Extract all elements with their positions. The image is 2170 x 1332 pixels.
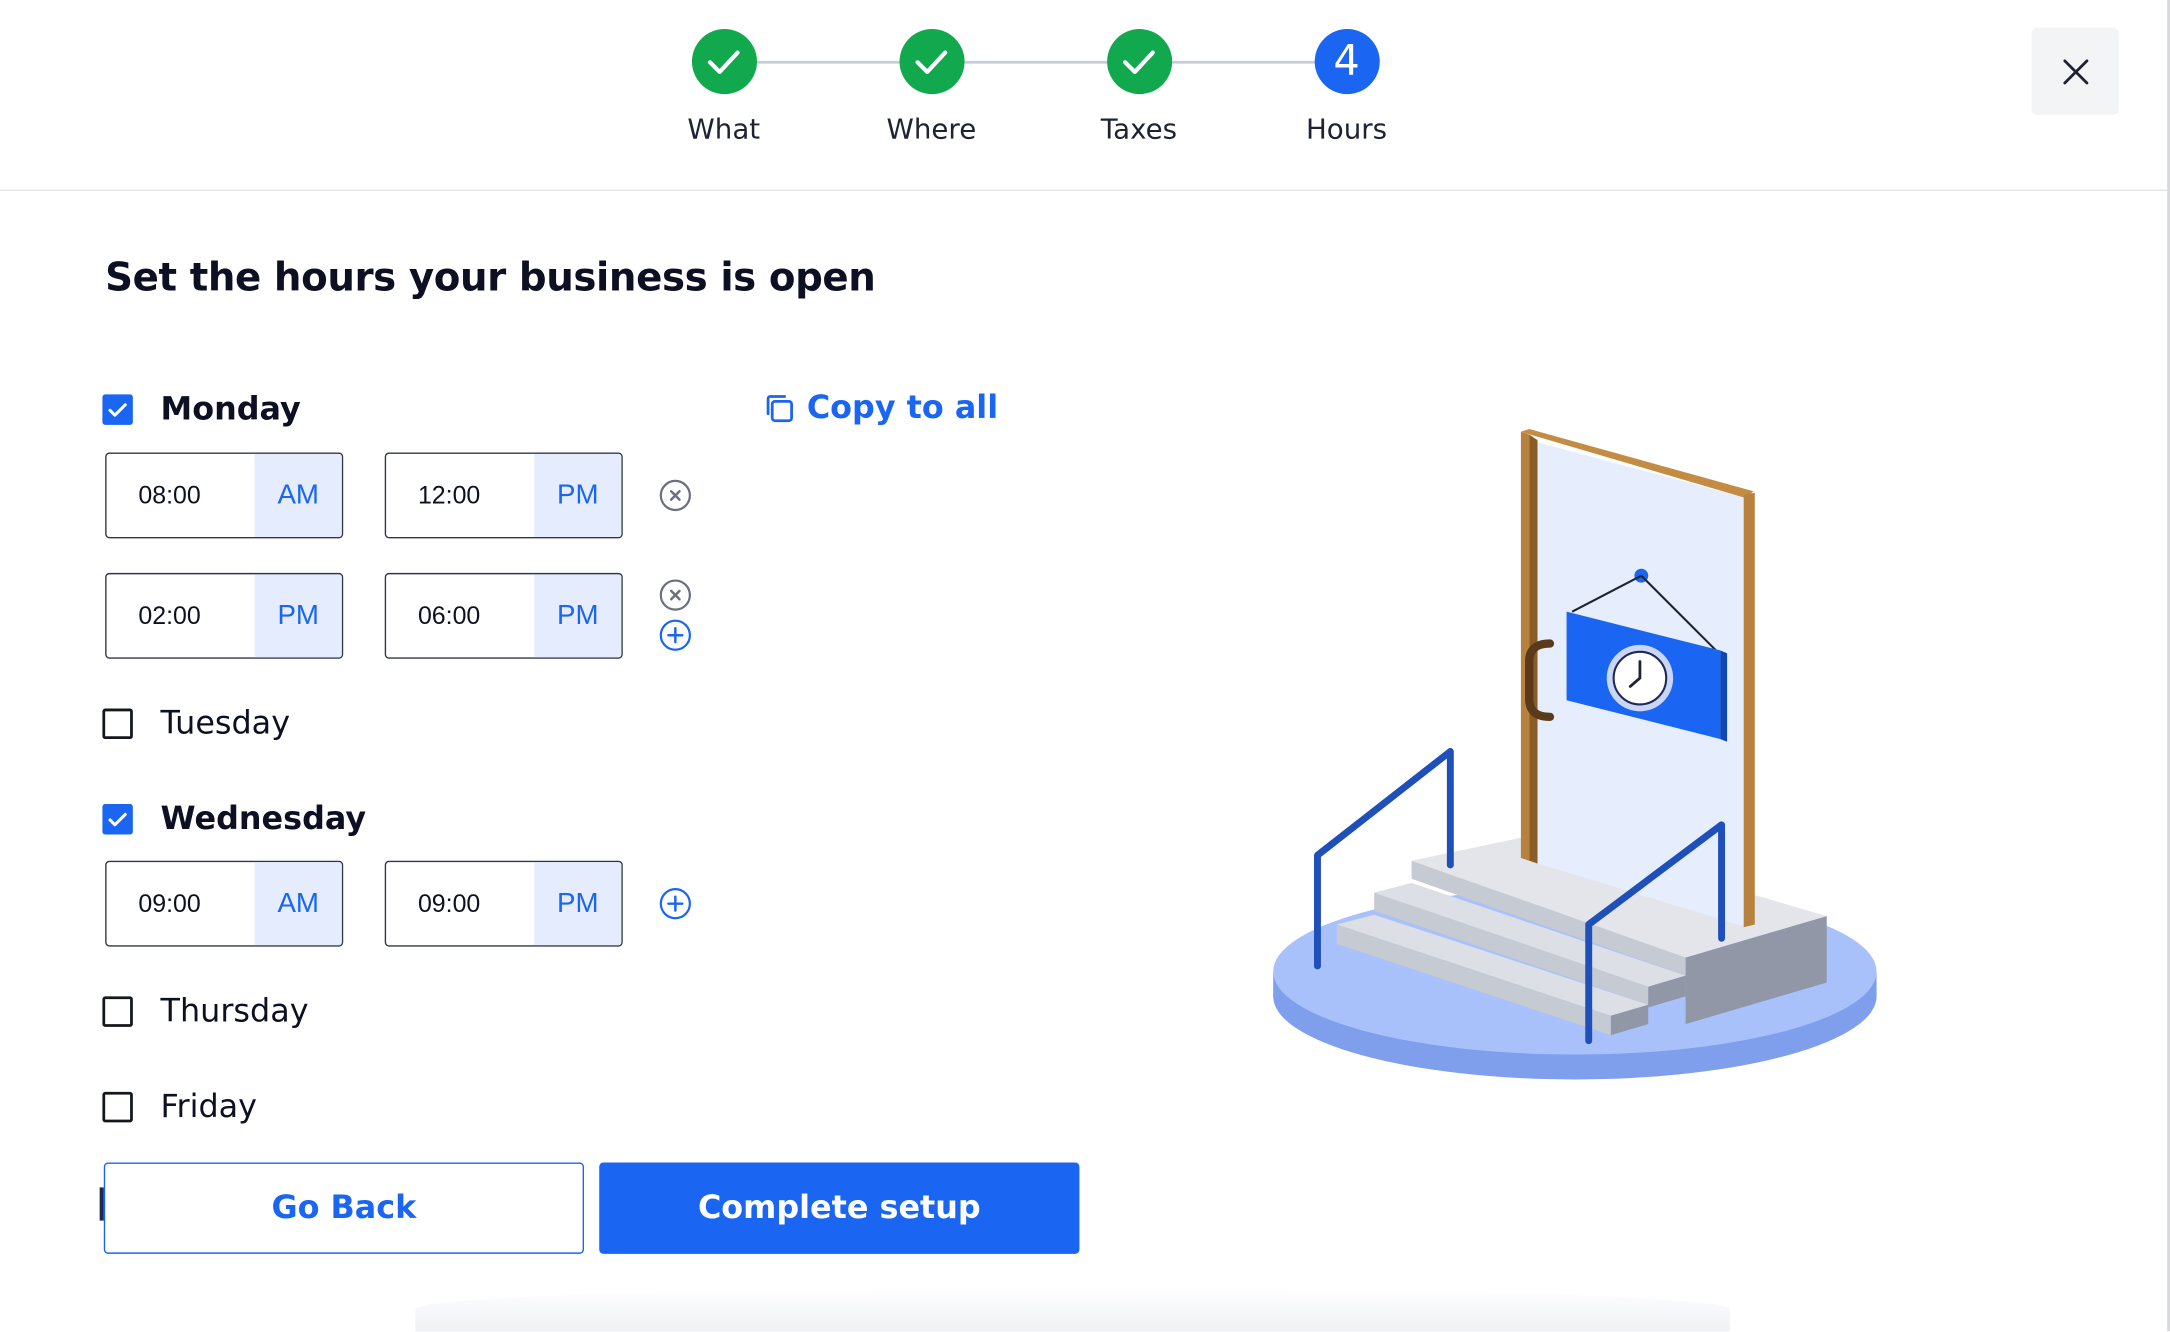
copy-to-all-button[interactable]: Copy to all [764, 390, 998, 426]
time-value[interactable]: 09:00 [107, 862, 255, 945]
step-label: Where [886, 112, 977, 146]
check-icon [108, 402, 127, 417]
period-toggle[interactable]: PM [534, 453, 622, 537]
step-where[interactable]: Where [828, 29, 1036, 145]
time-to[interactable]: 09:00 PM [384, 860, 623, 947]
check-icon [1106, 29, 1172, 95]
check-icon [108, 812, 127, 826]
step-label: Hours [1305, 112, 1388, 146]
day-wednesday: Wednesday [102, 801, 366, 837]
time-to[interactable]: 12:00 PM [384, 452, 623, 539]
add-range-button[interactable] [659, 887, 692, 920]
step-number: 4 [1314, 29, 1380, 95]
stepper-header: What Where Taxes 4 Hours [0, 0, 2168, 191]
day-friday: Friday [102, 1089, 257, 1125]
add-circle-icon [659, 888, 691, 920]
period-toggle[interactable]: PM [254, 574, 342, 658]
remove-circle-icon [659, 479, 691, 512]
period-toggle[interactable]: PM [534, 862, 622, 946]
time-value[interactable]: 08:00 [107, 454, 255, 537]
check-icon [691, 29, 757, 95]
step-taxes[interactable]: Taxes [1035, 29, 1243, 145]
step-hours[interactable]: 4 Hours [1243, 29, 1451, 145]
day-thursday: Thursday [102, 993, 309, 1030]
tuesday-checkbox[interactable] [102, 708, 133, 740]
remove-circle-icon [659, 579, 691, 611]
remove-range-button[interactable] [659, 479, 692, 512]
step-label: Taxes [1100, 112, 1178, 146]
period-toggle[interactable]: AM [254, 453, 342, 537]
time-value[interactable]: 09:00 [386, 862, 534, 945]
footer-shadow [415, 1287, 1730, 1332]
monday-checkbox[interactable] [102, 394, 133, 425]
complete-setup-button[interactable]: Complete setup [599, 1162, 1080, 1254]
day-name: Thursday [160, 993, 309, 1030]
add-range-button[interactable] [659, 619, 692, 652]
time-from[interactable]: 08:00 AM [105, 452, 344, 539]
day-monday: Monday [102, 391, 301, 428]
go-back-button[interactable]: Go Back [103, 1162, 585, 1254]
add-circle-icon [659, 619, 691, 651]
friday-checkbox[interactable] [102, 1091, 133, 1123]
close-button[interactable] [2031, 27, 2119, 115]
setup-dialog: What Where Taxes 4 Hours Set the hours y… [0, 0, 2170, 1332]
check-icon [898, 29, 964, 95]
time-to[interactable]: 06:00 PM [384, 572, 623, 659]
copy-to-all-label: Copy to all [806, 390, 999, 427]
step-label: What [687, 112, 761, 146]
day-name: Friday [160, 1089, 258, 1126]
day-tuesday: Tuesday [102, 706, 290, 742]
wednesday-checkbox[interactable] [102, 804, 133, 835]
copy-icon [766, 395, 793, 423]
step-what[interactable]: What [620, 29, 828, 145]
period-toggle[interactable]: PM [534, 574, 622, 658]
open-door-illustration [1273, 429, 1877, 1080]
page-title: Set the hours your business is open [105, 254, 876, 301]
time-value[interactable]: 02:00 [107, 574, 255, 657]
day-name: Wednesday [160, 801, 367, 838]
thursday-checkbox[interactable] [102, 996, 133, 1027]
period-toggle[interactable]: AM [254, 862, 342, 946]
remove-range-button[interactable] [659, 578, 692, 611]
close-icon [2062, 58, 2088, 84]
time-from[interactable]: 09:00 AM [105, 860, 344, 947]
time-value[interactable]: 06:00 [386, 574, 534, 657]
time-from[interactable]: 02:00 PM [105, 572, 344, 659]
time-value[interactable]: 12:00 [386, 454, 534, 537]
day-name: Tuesday [160, 705, 291, 742]
day-name: Monday [160, 391, 301, 428]
